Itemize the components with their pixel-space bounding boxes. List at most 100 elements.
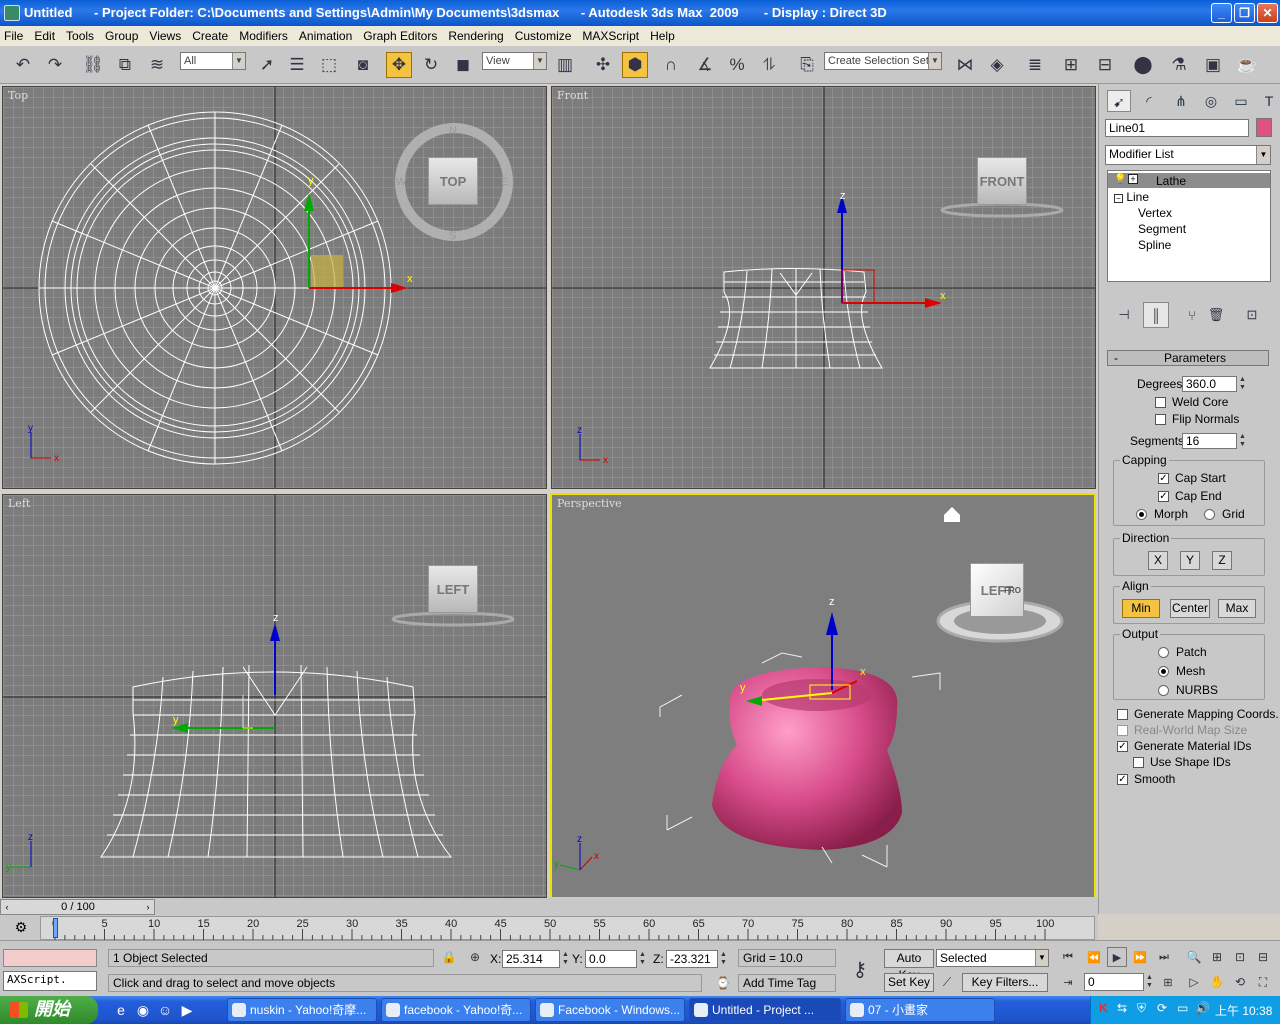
track-bar[interactable]: 0510152025303540455055606570758085909510…: [40, 916, 1095, 940]
lock-selection-icon[interactable]: 🔒: [440, 947, 458, 967]
menu-graph-editors[interactable]: Graph Editors: [363, 29, 437, 43]
pan-view-icon[interactable]: ✋: [1207, 972, 1227, 992]
y-spinner[interactable]: ▲ ▼: [638, 951, 647, 967]
lightbulb-icon[interactable]: 💡: [1114, 174, 1126, 185]
y-coordinate-input[interactable]: 0.0: [585, 950, 637, 968]
spinner-snap-icon[interactable]: ⥮: [756, 52, 782, 78]
percent-snap-icon[interactable]: %: [724, 52, 750, 78]
direction-y-button[interactable]: Y: [1180, 551, 1200, 570]
minimize-button[interactable]: _: [1211, 3, 1232, 23]
zoom-icon[interactable]: 🔍: [1184, 947, 1204, 967]
maxscript-listener-input[interactable]: AXScript.: [3, 971, 97, 991]
flip-normals-checkbox[interactable]: [1155, 414, 1166, 425]
render-setup-icon[interactable]: ⚗: [1166, 52, 1192, 78]
weld-core-checkbox[interactable]: [1155, 397, 1166, 408]
go-to-start-icon[interactable]: ⏮: [1058, 947, 1078, 967]
maximize-button[interactable]: ❐: [1234, 3, 1255, 23]
x-coordinate-input[interactable]: 25.314: [502, 950, 560, 968]
menu-modifiers[interactable]: Modifiers: [239, 29, 288, 43]
taskbar-item[interactable]: Facebook - Windows...: [535, 998, 685, 1022]
material-editor-icon[interactable]: ⬤: [1130, 52, 1156, 78]
volume-icon[interactable]: 🔊: [1195, 1001, 1210, 1015]
time-slider[interactable]: ‹ 0 / 100 ›: [0, 899, 155, 915]
menu-rendering[interactable]: Rendering: [448, 29, 503, 43]
motion-tab-icon[interactable]: ◎: [1199, 90, 1223, 112]
cap-start-checkbox[interactable]: ✓: [1158, 473, 1169, 484]
viewport-left[interactable]: Left yz yz LEFT: [2, 494, 547, 898]
maximize-viewport-icon[interactable]: ⛶: [1253, 972, 1273, 992]
display-tab-icon[interactable]: ▭: [1229, 90, 1253, 112]
select-object-icon[interactable]: ➚: [254, 52, 280, 78]
stack-subitem-spline[interactable]: Spline: [1138, 238, 1171, 252]
pivot-center-icon[interactable]: ▥: [552, 52, 578, 78]
current-frame-input[interactable]: 0: [1084, 973, 1144, 991]
generate-material-ids-checkbox[interactable]: ✓: [1117, 741, 1128, 752]
align-min-button[interactable]: Min: [1122, 599, 1160, 618]
taskbar-item-active[interactable]: Untitled - Project ...: [689, 998, 841, 1022]
bind-space-warp-icon[interactable]: ≋: [144, 52, 170, 78]
cap-end-checkbox[interactable]: ✓: [1158, 491, 1169, 502]
open-mini-curve-editor-icon[interactable]: ⚙: [10, 919, 32, 937]
zoom-extents-icon[interactable]: ⊡: [1230, 947, 1250, 967]
monitor-icon[interactable]: ▭: [1177, 1001, 1188, 1015]
collapse-icon[interactable]: −: [1114, 194, 1123, 203]
layer-manager-icon[interactable]: ≣: [1022, 52, 1048, 78]
stack-item-line[interactable]: − Line: [1114, 190, 1149, 204]
zoom-extents-all-icon[interactable]: ⊟: [1253, 947, 1273, 967]
k-icon[interactable]: K: [1099, 1001, 1108, 1015]
stack-subitem-segment[interactable]: Segment: [1138, 222, 1186, 236]
view-cube[interactable]: LEFT: [428, 565, 478, 613]
align-icon[interactable]: ◈: [984, 52, 1010, 78]
key-mode-toggle-icon[interactable]: ⇥: [1058, 972, 1078, 992]
snaps-toggle-icon[interactable]: ∩: [658, 52, 684, 78]
hierarchy-tab-icon[interactable]: ⋔: [1169, 90, 1193, 112]
field-of-view-icon[interactable]: ▷: [1184, 972, 1204, 992]
menu-views[interactable]: Views: [149, 29, 181, 43]
align-max-button[interactable]: Max: [1218, 599, 1256, 618]
go-to-end-icon[interactable]: ⏭: [1154, 947, 1174, 967]
modify-tab-icon[interactable]: ◜: [1137, 90, 1161, 112]
edit-named-selection-icon[interactable]: ⎘: [794, 52, 820, 78]
key-filters-button[interactable]: Key Filters...: [962, 973, 1048, 992]
menu-tools[interactable]: Tools: [66, 29, 94, 43]
undo-icon[interactable]: ↶: [10, 52, 36, 78]
redo-icon[interactable]: ↷: [42, 52, 68, 78]
create-tab-icon[interactable]: ➹: [1107, 90, 1131, 112]
maxscript-listener-upper[interactable]: [3, 949, 97, 967]
parameters-rollout-header[interactable]: - Parameters: [1107, 350, 1269, 366]
grid-radio[interactable]: [1204, 509, 1215, 520]
play-icon[interactable]: ▶: [1107, 947, 1127, 967]
orbit-icon[interactable]: ⟲: [1230, 972, 1250, 992]
view-cube[interactable]: LEFT FRO: [970, 563, 1024, 617]
direction-x-button[interactable]: X: [1148, 551, 1168, 570]
auto-key-button[interactable]: Auto Key: [884, 949, 934, 982]
key-set-dropdown[interactable]: Selected ▼: [936, 949, 1049, 967]
zoom-all-icon[interactable]: ⊞: [1207, 947, 1227, 967]
patch-radio[interactable]: [1158, 647, 1169, 658]
add-time-tag-button[interactable]: Add Time Tag: [738, 974, 836, 992]
object-color-swatch[interactable]: [1256, 118, 1272, 137]
time-configuration-icon[interactable]: ⊞: [1158, 972, 1178, 992]
named-selection-set-dropdown[interactable]: Create Selection Set ▼: [824, 52, 942, 70]
app-icon[interactable]: [4, 5, 20, 21]
z-coordinate-input[interactable]: -23.321: [666, 950, 718, 968]
remove-modifier-icon[interactable]: 🗑: [1203, 302, 1229, 328]
quick-render-icon[interactable]: ☕: [1234, 52, 1260, 78]
viewport-perspective[interactable]: Perspective xyz xzy LEFT FRO: [550, 493, 1096, 899]
viewport-top[interactable]: Top x y NE SW xy TOP: [2, 86, 547, 489]
mesh-radio[interactable]: [1158, 666, 1169, 677]
curve-editor-icon[interactable]: ⊞: [1058, 52, 1084, 78]
select-manipulate-icon[interactable]: ✣: [590, 52, 616, 78]
view-cube[interactable]: FRONT: [977, 157, 1027, 205]
taskbar-item[interactable]: 07 - 小畫家: [845, 998, 995, 1022]
taskbar-item[interactable]: nuskin - Yahoo!奇摩...: [227, 998, 377, 1022]
direction-z-button[interactable]: Z: [1212, 551, 1232, 570]
current-frame-spinner[interactable]: ▲ ▼: [1145, 974, 1154, 990]
viewport-front[interactable]: Front xz xz FRONT: [551, 86, 1096, 489]
modifier-list-dropdown[interactable]: Modifier List ▼: [1105, 145, 1271, 165]
next-frame-arrow-icon[interactable]: ›: [142, 900, 154, 914]
menu-maxscript[interactable]: MAXScript: [582, 29, 639, 43]
stack-subitem-vertex[interactable]: Vertex: [1138, 206, 1172, 220]
view-cube[interactable]: TOP: [428, 157, 478, 205]
menu-edit[interactable]: Edit: [34, 29, 55, 43]
